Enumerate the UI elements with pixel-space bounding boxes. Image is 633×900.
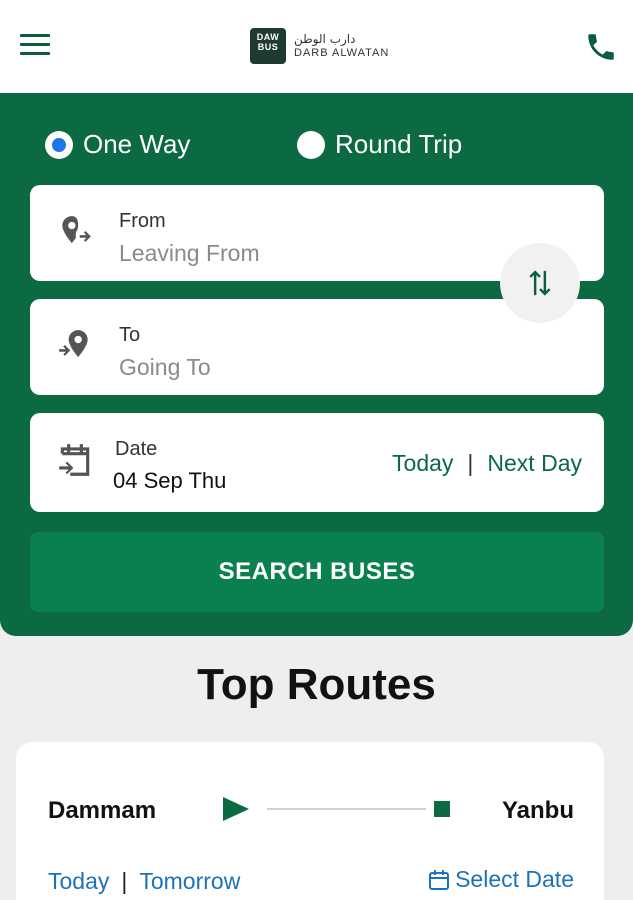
to-placeholder: Going To xyxy=(119,354,211,380)
logo-wordmark: دارب الوطن DARB ALWATAN xyxy=(294,32,389,60)
route-origin: Dammam xyxy=(48,797,157,824)
phone-icon[interactable] xyxy=(584,30,618,64)
brand-arabic: دارب الوطن xyxy=(294,32,356,46)
route-select-date-link[interactable]: Select Date xyxy=(427,866,574,893)
logo-badge: DAW BUS xyxy=(250,28,286,64)
date-label: Date xyxy=(115,438,158,460)
one-way-radio[interactable]: One Way xyxy=(45,129,190,160)
route-destination: Yanbu xyxy=(501,797,574,824)
route-separator: | xyxy=(121,868,128,894)
arrival-location-icon xyxy=(59,330,88,358)
hamburger-menu-icon[interactable] xyxy=(20,34,50,58)
calendar-small-icon xyxy=(429,869,450,890)
date-separator: | xyxy=(467,450,474,476)
top-bar: DAW BUS دارب الوطن DARB ALWATAN xyxy=(0,0,633,93)
top-routes-title: Top Routes xyxy=(197,660,436,709)
route-card: Dammam Yanbu Today | Tomorrow Select Dat… xyxy=(16,742,604,900)
swap-arrows-icon xyxy=(529,270,551,296)
brand-logo: DAW BUS دارب الوطن DARB ALWATAN xyxy=(250,28,389,64)
select-date-label: Select Date xyxy=(455,866,574,892)
departure-location-icon xyxy=(62,216,91,244)
calendar-icon xyxy=(59,444,90,476)
date-value: 04 Sep Thu xyxy=(113,468,227,493)
logo-line1: DAW xyxy=(256,32,280,42)
route-today-link[interactable]: Today xyxy=(48,868,109,895)
to-label: To xyxy=(119,324,141,346)
route-tomorrow-link[interactable]: Tomorrow xyxy=(139,868,240,895)
route-direction-icon xyxy=(223,797,450,821)
from-label: From xyxy=(119,210,166,232)
round-trip-radio[interactable]: Round Trip xyxy=(297,129,462,160)
search-buses-button[interactable]: SEARCH BUSES xyxy=(30,532,604,612)
next-day-link[interactable]: Next Day xyxy=(487,450,582,477)
brand-english: DARB ALWATAN xyxy=(294,47,390,59)
today-link[interactable]: Today xyxy=(392,450,453,477)
logo-line2: BUS xyxy=(257,42,279,52)
round-trip-radio-dot[interactable] xyxy=(297,130,325,159)
route-quick-links: Today | Tomorrow xyxy=(48,868,240,895)
date-quick-links: Today | Next Day xyxy=(392,450,582,477)
round-trip-label: Round Trip xyxy=(335,129,463,159)
from-placeholder: Leaving From xyxy=(119,240,260,266)
search-panel: One Way Round Trip From Leaving From To … xyxy=(0,93,633,636)
one-way-label: One Way xyxy=(83,129,191,159)
swap-locations-button[interactable] xyxy=(500,243,580,323)
date-field[interactable]: Date 04 Sep Thu Today | Next Day xyxy=(30,413,604,512)
one-way-radio-dot[interactable] xyxy=(45,130,73,159)
